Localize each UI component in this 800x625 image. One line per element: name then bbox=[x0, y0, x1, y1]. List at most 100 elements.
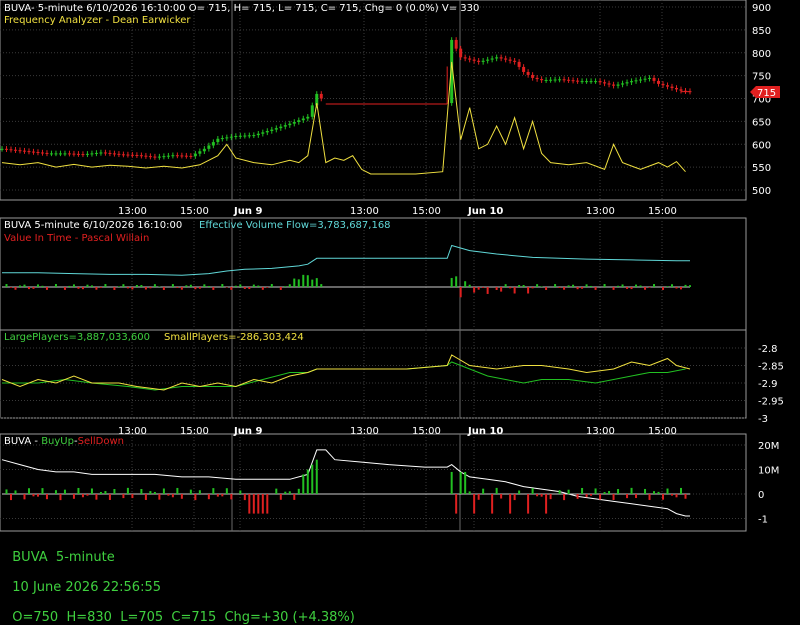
candle-body bbox=[49, 153, 53, 155]
candle-body bbox=[0, 148, 4, 150]
candle-body bbox=[63, 153, 67, 155]
status-ohlc: O=750 H=830 L=705 C=715 Chg=+30 (+4.38%) bbox=[12, 610, 355, 625]
candle-body bbox=[625, 82, 629, 84]
value-in-time-bar bbox=[644, 287, 647, 290]
candle-body bbox=[4, 148, 8, 150]
value-in-time-bar bbox=[162, 287, 165, 290]
value-in-time-bar bbox=[72, 284, 75, 287]
buysell-bar bbox=[239, 490, 242, 494]
price-tick-label: 550 bbox=[752, 163, 771, 174]
buysell-bar bbox=[261, 494, 264, 514]
candle-body bbox=[27, 151, 31, 153]
players-panel[interactable] bbox=[0, 329, 747, 419]
buysell-panel[interactable] bbox=[0, 433, 747, 532]
value-in-time-bar bbox=[594, 287, 597, 290]
price-tick-label: 500 bbox=[752, 186, 771, 197]
grid-lines: 13:00 15:00 Jun 9 13:00 15:00 Jun 10 13:00 15:0… bbox=[0, 0, 784, 531]
candle-body bbox=[481, 60, 485, 62]
value-in-time-bar bbox=[509, 287, 512, 289]
buysell-bar bbox=[599, 494, 602, 500]
value-in-time-bar bbox=[558, 287, 561, 288]
candle-body bbox=[513, 60, 517, 62]
value-in-time-bar bbox=[473, 287, 476, 293]
candle-body bbox=[103, 152, 107, 154]
time-axis-label: Jun 10 bbox=[467, 426, 503, 437]
buysell-bar bbox=[617, 489, 620, 494]
value-in-time-bar bbox=[104, 284, 107, 287]
candle-body bbox=[85, 153, 89, 155]
players-tick-label: -2.8 bbox=[758, 344, 778, 355]
value-in-time-bar bbox=[203, 284, 206, 287]
candle-body bbox=[297, 120, 301, 122]
candle-body bbox=[166, 155, 170, 157]
buysell-bar bbox=[608, 490, 611, 494]
buysell-bar bbox=[464, 471, 467, 494]
candle-body bbox=[18, 150, 22, 152]
candle-body bbox=[612, 84, 616, 86]
candle-body bbox=[643, 78, 647, 80]
candle-body bbox=[468, 58, 472, 60]
buysell-tick-label: 0 bbox=[758, 490, 764, 501]
value-in-time-bar bbox=[581, 287, 584, 289]
price-indicator-name: Frequency Analyzer - Dean Earwicker bbox=[4, 15, 191, 26]
candle-body bbox=[670, 86, 674, 88]
buysell-bar bbox=[5, 489, 8, 494]
value-in-time-bar bbox=[635, 284, 638, 287]
candle-body bbox=[603, 82, 607, 84]
buysell-bar bbox=[585, 494, 588, 498]
buysell-bar bbox=[212, 488, 215, 494]
buysell-bar bbox=[113, 489, 116, 494]
flow-indicator-name: Value In Time - Pascal Willain bbox=[4, 233, 149, 244]
value-in-time-bar bbox=[257, 285, 260, 287]
value-in-time-bar bbox=[621, 284, 624, 287]
status-datetime: 10 June 2026 22:56:55 bbox=[12, 580, 161, 595]
buysell-bar bbox=[563, 494, 566, 501]
buysell-tick-label: 10M bbox=[758, 466, 779, 477]
candle-body bbox=[207, 145, 211, 149]
value-in-time-bar bbox=[639, 285, 642, 287]
buysell-bar bbox=[243, 494, 246, 501]
candle-body bbox=[211, 142, 215, 146]
value-in-time-bar bbox=[666, 286, 669, 287]
candle-body bbox=[189, 155, 193, 157]
buysell-bar bbox=[36, 494, 39, 497]
value-in-time-bar bbox=[486, 287, 489, 294]
buysell-bar bbox=[41, 488, 44, 494]
value-in-time-bar bbox=[320, 284, 323, 287]
buysell-bar bbox=[558, 490, 561, 494]
chart-area[interactable]: 13:00 15:00 Jun 9 13:00 15:00 Jun 10 13:00 15:0… bbox=[0, 0, 800, 562]
value-in-time-bar bbox=[171, 284, 174, 287]
value-in-time-bar bbox=[585, 284, 588, 287]
value-in-time-bar bbox=[14, 287, 17, 290]
buysell-bar bbox=[311, 464, 314, 494]
candle-body bbox=[319, 93, 323, 99]
buysell-bar bbox=[680, 487, 683, 494]
time-axis-label: 13:00 bbox=[350, 206, 379, 217]
buysell-bar bbox=[279, 494, 282, 500]
frequency-analyzer-line bbox=[1, 61, 686, 175]
candle-body bbox=[139, 155, 143, 157]
candle-body bbox=[675, 87, 679, 90]
candle-body bbox=[130, 154, 134, 156]
value-in-time-bar bbox=[554, 284, 557, 287]
price-tick-label: 900 bbox=[752, 3, 771, 14]
value-in-time-bar bbox=[126, 287, 129, 289]
value-in-time-bar bbox=[36, 284, 39, 287]
value-in-time-bar bbox=[576, 287, 579, 290]
candle-body bbox=[657, 80, 661, 84]
candle-body bbox=[531, 74, 535, 78]
value-in-time-bar bbox=[482, 287, 485, 288]
candle-body bbox=[594, 81, 598, 83]
value-in-time-bar bbox=[675, 287, 678, 289]
value-in-time-bar bbox=[504, 284, 507, 287]
candle-body bbox=[454, 39, 458, 49]
price-tick-label: 850 bbox=[752, 26, 771, 37]
candle-body bbox=[301, 118, 305, 121]
buysell-bar bbox=[86, 494, 89, 496]
candle-body bbox=[549, 79, 553, 81]
candle-body bbox=[184, 155, 188, 157]
candle-body bbox=[526, 71, 530, 75]
value-in-time-bar bbox=[90, 285, 93, 287]
buysell-bar bbox=[459, 471, 462, 494]
value-in-time-bar bbox=[18, 285, 21, 287]
